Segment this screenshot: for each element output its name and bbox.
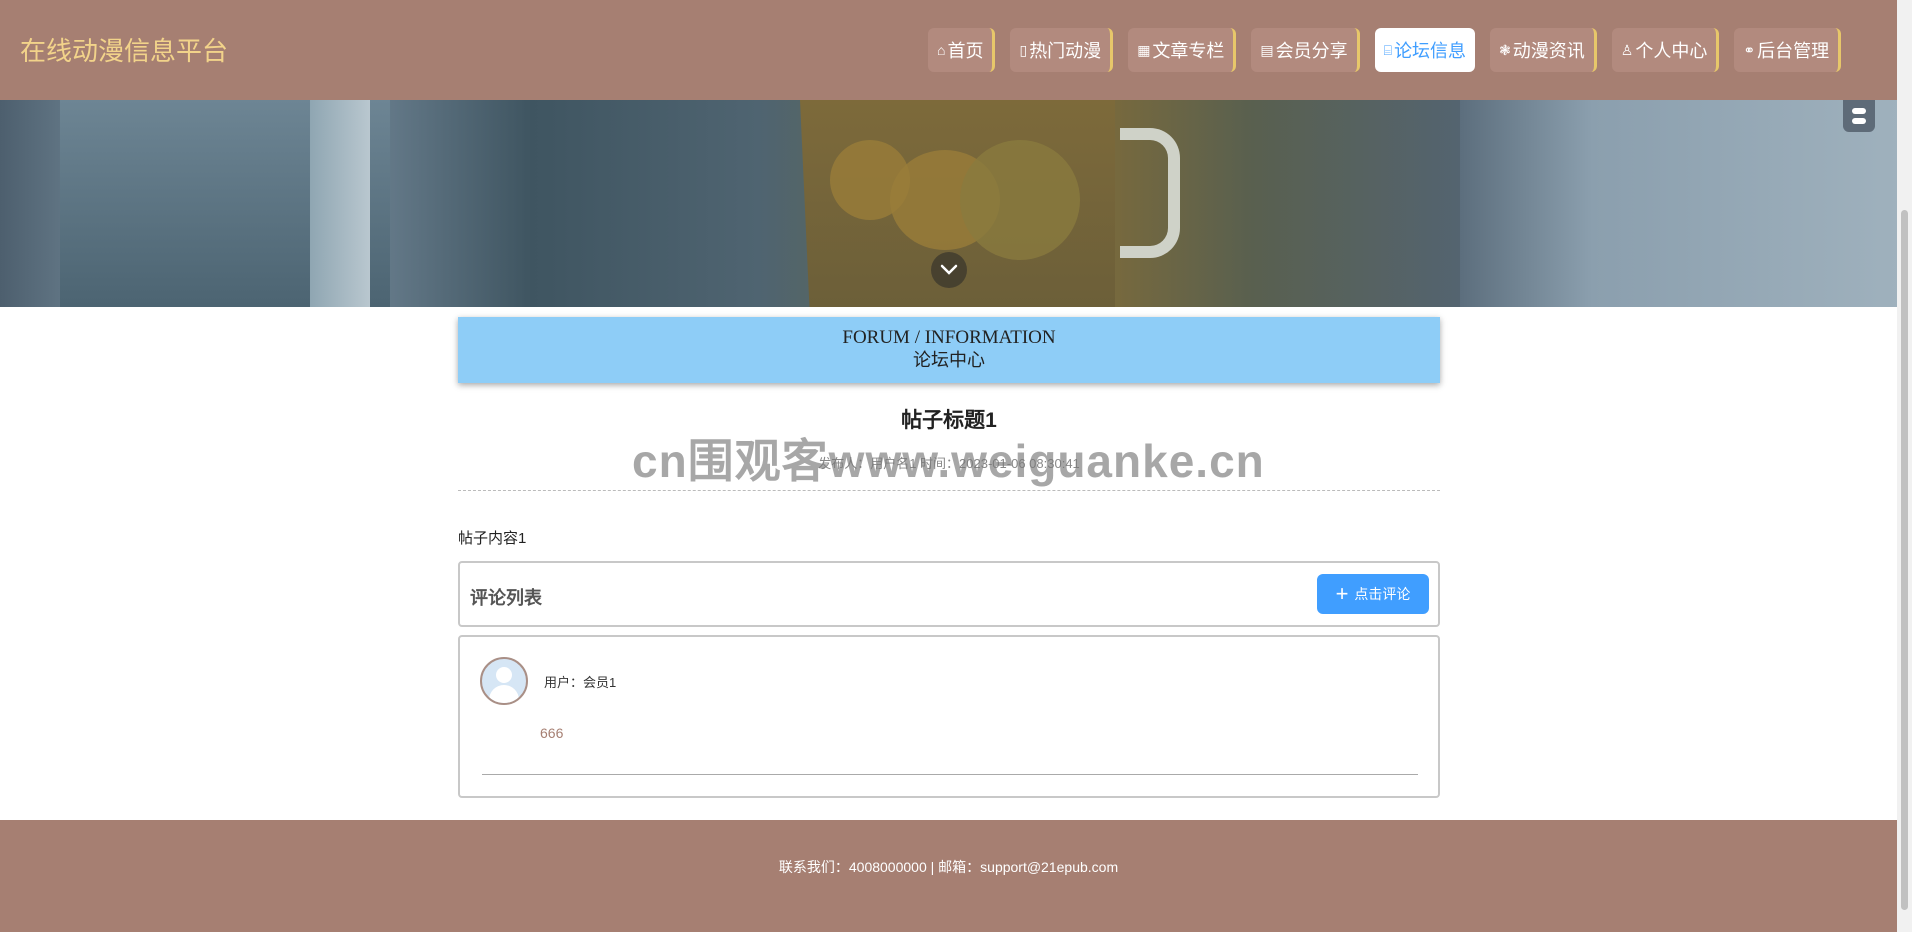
comment-list-header: 评论列表 + 点击评论 xyxy=(458,561,1440,627)
add-comment-button[interactable]: + 点击评论 xyxy=(1317,574,1429,614)
user-icon: ♙ xyxy=(1620,41,1634,58)
nav-personal-center-label: 个人中心 xyxy=(1635,41,1708,61)
forum-section-header: FORUM / INFORMATION 论坛中心 xyxy=(458,317,1440,383)
nav-admin-label: 后台管理 xyxy=(1757,41,1830,61)
forum-title-cn: 论坛中心 xyxy=(913,350,985,370)
main-nav: ⌂ 首页 ▯ 热门动漫 ▦ 文章专栏 ▤ 会员分享 ⌸ 论坛信息 ❃ 动漫资讯 … xyxy=(928,28,1842,72)
footer: 联系我们：4008000000 | 邮箱：support@21epub.com xyxy=(0,820,1897,932)
banner-carousel xyxy=(0,100,1897,307)
nav-member-share[interactable]: ▤ 会员分享 xyxy=(1251,28,1360,72)
banner-glass-highlight xyxy=(310,100,370,307)
watermark: cn围观客www.weiguanke.cn xyxy=(632,435,1265,487)
document-icon: ▤ xyxy=(1260,41,1274,58)
divider xyxy=(458,490,1440,491)
scrollbar-thumb[interactable] xyxy=(1901,210,1908,910)
plus-icon: + xyxy=(1335,581,1349,606)
banner-mug-pattern xyxy=(960,140,1080,260)
nav-anime-news-label: 动漫资讯 xyxy=(1512,41,1585,61)
nav-forum-label: 论坛信息 xyxy=(1394,41,1467,61)
nav-anime-news[interactable]: ❃ 动漫资讯 xyxy=(1490,28,1597,72)
comment-item: 用户：会员1 666 xyxy=(458,635,1440,798)
nav-hot-anime-label: 热门动漫 xyxy=(1029,41,1102,61)
add-comment-label: 点击评论 xyxy=(1354,586,1411,602)
nav-personal-center[interactable]: ♙ 个人中心 xyxy=(1611,28,1720,72)
home-icon: ⌂ xyxy=(937,42,946,58)
forum-icon: ⌸ xyxy=(1383,41,1393,58)
comment-divider xyxy=(482,774,1418,775)
grid-icon: ▦ xyxy=(1137,41,1151,58)
banner-mug-handle xyxy=(1120,128,1180,258)
flower-icon: ❃ xyxy=(1499,41,1511,58)
comment-user: 用户：会员1 xyxy=(544,675,617,690)
indicator-dot[interactable] xyxy=(1852,118,1866,124)
nav-member-share-label: 会员分享 xyxy=(1275,41,1348,61)
nav-articles-label: 文章专栏 xyxy=(1152,41,1225,61)
nav-articles[interactable]: ▦ 文章专栏 xyxy=(1128,28,1237,72)
chevron-down-icon xyxy=(940,264,958,275)
site-title[interactable]: 在线动漫信息平台 xyxy=(20,31,228,68)
avatar-head xyxy=(496,667,512,683)
phone-icon: ▯ xyxy=(1019,41,1028,58)
scroll-down-button[interactable] xyxy=(931,252,967,288)
forum-title-en: FORUM / INFORMATION xyxy=(842,327,1056,348)
link-icon: ⚭ xyxy=(1743,41,1756,58)
post-content: 帖子内容1 xyxy=(458,530,527,547)
page-scrollbar[interactable] xyxy=(1897,0,1912,932)
footer-contact: 联系我们：4008000000 | 邮箱：support@21epub.com xyxy=(778,859,1119,875)
nav-home[interactable]: ⌂ 首页 xyxy=(928,28,996,72)
avatar-body xyxy=(489,685,519,703)
nav-admin[interactable]: ⚭ 后台管理 xyxy=(1734,28,1842,72)
top-navbar: 在线动漫信息平台 ⌂ 首页 ▯ 热门动漫 ▦ 文章专栏 ▤ 会员分享 ⌸ 论坛信… xyxy=(0,0,1897,100)
avatar xyxy=(480,657,528,705)
banner-window-right xyxy=(1460,100,1897,307)
comment-list-title: 评论列表 xyxy=(470,588,542,608)
nav-hot-anime[interactable]: ▯ 热门动漫 xyxy=(1010,28,1114,72)
nav-home-label: 首页 xyxy=(947,41,984,61)
nav-forum[interactable]: ⌸ 论坛信息 xyxy=(1374,28,1476,72)
carousel-indicator[interactable] xyxy=(1843,100,1875,132)
comment-text: 666 xyxy=(540,725,564,741)
indicator-dot[interactable] xyxy=(1852,108,1866,114)
